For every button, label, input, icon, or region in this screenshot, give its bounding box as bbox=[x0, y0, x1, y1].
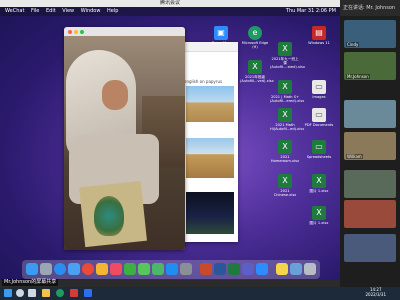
file-explorer-icon[interactable] bbox=[42, 289, 50, 297]
speaking-indicator: 正在讲话: Mr. Johnson bbox=[340, 0, 400, 16]
vm-icon: ▤ bbox=[312, 26, 326, 40]
messages-icon[interactable] bbox=[138, 263, 150, 275]
mac-menubar: WeChat File Edit View Window Help Thu Ma… bbox=[0, 7, 340, 16]
word-icon[interactable] bbox=[214, 263, 226, 275]
desktop-icon-xlsx-2[interactable]: X 2021年班级 (Autofill...ved).xlsx bbox=[240, 60, 274, 83]
step-pyramid-image[interactable] bbox=[186, 138, 234, 178]
settings-icon[interactable] bbox=[180, 263, 192, 275]
screen-share-area: 腾讯会议 WeChat File Edit View Window Help T… bbox=[0, 0, 340, 287]
tencent-meeting-icon[interactable] bbox=[84, 289, 92, 297]
music-icon[interactable] bbox=[110, 263, 122, 275]
desktop-icon-xlsx-6[interactable]: X 2021 Chinese.xlsx bbox=[270, 174, 300, 197]
powerpoint-icon[interactable] bbox=[200, 263, 212, 275]
menu-view[interactable]: View bbox=[62, 7, 74, 16]
participant-tile[interactable]: Mr.Johnson bbox=[344, 52, 396, 80]
peacock-drawing bbox=[94, 196, 124, 236]
spreadsheet-icon: X bbox=[278, 42, 292, 56]
screen: 腾讯会议 WeChat File Edit View Window Help T… bbox=[0, 0, 400, 300]
desktop-icon-xlsx-1[interactable]: X 2021年九一班上课 (Autofil....sted).xlsx bbox=[270, 42, 305, 69]
desktop-icon-xlsx-5[interactable]: X 2021 Homeroom.xlsx bbox=[270, 140, 300, 163]
menu-edit[interactable]: Edit bbox=[46, 7, 56, 16]
menu-window[interactable]: Window bbox=[81, 7, 101, 16]
close-icon[interactable] bbox=[68, 30, 72, 34]
menu-help[interactable]: Help bbox=[107, 7, 118, 16]
system-clock[interactable]: 14:27 2022/3/31 bbox=[365, 287, 386, 297]
spreadsheet-icon: X bbox=[312, 174, 326, 188]
face bbox=[102, 80, 128, 110]
desktop-icon-spreadsheets[interactable]: ▭ Spreadsheets bbox=[304, 140, 334, 159]
desktop-icon-windows11[interactable]: ▤ Windows 11 bbox=[304, 26, 334, 45]
zoom-icon: ▣ bbox=[214, 26, 228, 40]
pyramid-image[interactable] bbox=[186, 86, 234, 122]
wechat-icon[interactable] bbox=[124, 263, 136, 275]
task-view-icon[interactable] bbox=[28, 289, 36, 297]
night-pyramid-image[interactable] bbox=[186, 192, 234, 234]
photo-titlebar bbox=[64, 27, 185, 36]
desktop-icon-xlsx-4[interactable]: X 2021 Math Hi(Autofil...ed).xlsx bbox=[270, 108, 304, 131]
folder-icon: ▭ bbox=[312, 108, 326, 122]
menu-file[interactable]: File bbox=[31, 7, 39, 16]
participant-tile[interactable] bbox=[344, 170, 396, 198]
search-icon[interactable] bbox=[16, 289, 24, 297]
desktop-icon-edge[interactable]: e Microsoft Edge (H) bbox=[240, 26, 270, 49]
participant-name: Mr.Johnson bbox=[346, 74, 370, 79]
spreadsheet-icon: X bbox=[278, 108, 292, 122]
minimize-icon[interactable] bbox=[74, 30, 78, 34]
participant-tile[interactable] bbox=[344, 200, 396, 228]
zoom-dock-icon[interactable] bbox=[256, 263, 268, 275]
spreadsheet-icon: X bbox=[248, 60, 262, 74]
desktop-icon-xlsx-3[interactable]: X 2021 | Math S+ (Autofil...ered).xlsx bbox=[270, 80, 304, 103]
participant-tile[interactable] bbox=[344, 234, 396, 262]
student-painting-photo bbox=[64, 36, 185, 250]
spreadsheet-icon: X bbox=[278, 80, 292, 94]
start-icon[interactable] bbox=[4, 289, 12, 297]
participant-tile[interactable]: Cindy bbox=[344, 20, 396, 48]
edge-taskbar-icon[interactable] bbox=[56, 289, 64, 297]
desktop-icon-xlsx-7[interactable]: X 图片 1.xlsx bbox=[304, 174, 334, 193]
edge-icon: e bbox=[248, 26, 262, 40]
participant-name: William bbox=[346, 154, 363, 159]
menu-wechat[interactable]: WeChat bbox=[5, 7, 24, 16]
spreadsheet-icon: X bbox=[312, 206, 326, 220]
folder-icon: ▭ bbox=[312, 140, 326, 154]
finder-icon[interactable] bbox=[26, 263, 38, 275]
menubar-clock: Thu Mar 31 2:06 PM bbox=[285, 8, 336, 14]
spreadsheet-icon: X bbox=[278, 140, 292, 154]
participant-name: Cindy bbox=[346, 42, 360, 47]
safari-icon[interactable] bbox=[54, 263, 66, 275]
appstore-icon[interactable] bbox=[166, 263, 178, 275]
notes-icon[interactable] bbox=[276, 263, 288, 275]
launchpad-icon[interactable] bbox=[40, 263, 52, 275]
share-banner: Mr.Johnson的屏幕共享 bbox=[2, 279, 59, 286]
preview-icon[interactable] bbox=[290, 263, 302, 275]
folder-icon: ▭ bbox=[312, 80, 326, 94]
maps-icon[interactable] bbox=[152, 263, 164, 275]
excel-icon[interactable] bbox=[228, 263, 240, 275]
desktop-icon-pdf[interactable]: ▭ PDF Documents bbox=[304, 108, 334, 127]
photos-icon[interactable] bbox=[96, 263, 108, 275]
desktop-icon-images[interactable]: ▭ Images bbox=[304, 80, 334, 99]
photo-viewer-window[interactable] bbox=[64, 27, 185, 250]
image-search-query: english on papyrus bbox=[184, 79, 223, 84]
chrome-icon[interactable] bbox=[82, 263, 94, 275]
spreadsheet-icon: X bbox=[278, 174, 292, 188]
maximize-icon[interactable] bbox=[80, 30, 84, 34]
teams-icon[interactable] bbox=[242, 263, 254, 275]
desktop-icon-xlsx-8[interactable]: X 图片 1.xlsx bbox=[304, 206, 334, 225]
wps-icon[interactable] bbox=[70, 289, 78, 297]
desktop-icon-zoom[interactable]: ▣ Zoom Mac bbox=[206, 26, 236, 45]
mail-icon[interactable] bbox=[68, 263, 80, 275]
participant-tile[interactable] bbox=[344, 100, 396, 128]
trash-icon[interactable] bbox=[304, 263, 316, 275]
meeting-title: 腾讯会议 bbox=[0, 0, 340, 7]
participant-tile[interactable]: William bbox=[344, 132, 396, 160]
